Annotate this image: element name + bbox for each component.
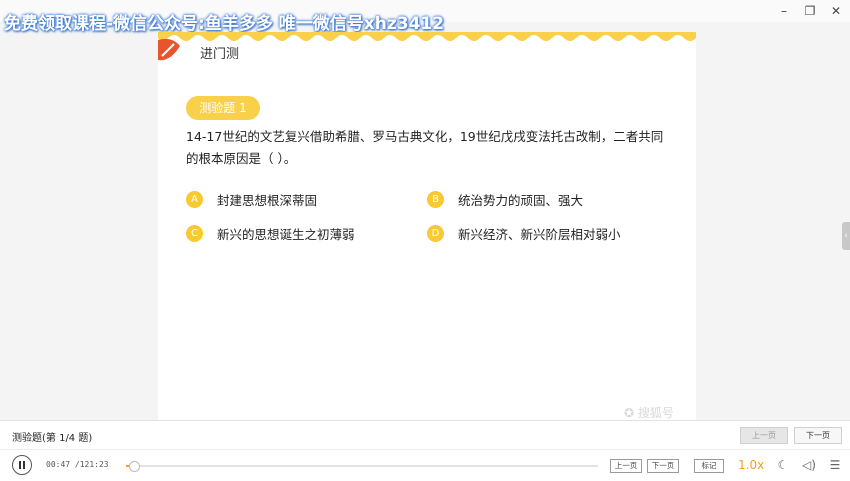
option-c-text: 新兴的思想诞生之初薄弱 xyxy=(217,226,355,242)
option-a-letter: A xyxy=(186,190,203,208)
pause-icon-bar xyxy=(23,461,25,469)
progress-track[interactable] xyxy=(126,461,598,472)
option-b-letter: B xyxy=(427,190,444,208)
pause-icon xyxy=(19,461,21,469)
quiz-navigation-bar: 测验题(第 1/4 题) 上一页 下一页 xyxy=(0,420,850,449)
question-badge: 测验题 1 xyxy=(186,96,260,120)
quiz-prev-button[interactable]: 上一页 xyxy=(740,427,788,444)
option-a[interactable]: A 封建思想根深蒂固 xyxy=(186,189,317,209)
slide-heading: 进门测 xyxy=(200,47,240,62)
playback-speed[interactable]: 1.0x xyxy=(738,458,764,472)
maximize-icon[interactable]: ❐ xyxy=(802,3,818,19)
minimize-icon[interactable]: – xyxy=(776,3,792,19)
quiz-next-button[interactable]: 下一页 xyxy=(794,427,842,444)
option-b[interactable]: B 统治势力的顽固、强大 xyxy=(427,189,583,209)
option-c-letter: C xyxy=(186,224,203,242)
option-d-letter: D xyxy=(427,224,444,242)
sohu-logo: ✪ 搜狐号 xyxy=(624,406,674,420)
question-text: 14-17世纪的文艺复兴借助希腊、罗马古典文化，19世纪戊戌变法托古改制，二者共… xyxy=(186,129,664,166)
player-next-page-button[interactable]: 下一页 xyxy=(647,459,679,473)
option-d[interactable]: D 新兴经济、新兴阶层相对弱小 xyxy=(427,223,621,243)
mark-button[interactable]: 标记 xyxy=(694,459,724,473)
menu-icon[interactable]: ☰ xyxy=(826,456,844,474)
option-c[interactable]: C 新兴的思想诞生之初薄弱 xyxy=(186,223,355,243)
progress-knob[interactable] xyxy=(129,461,141,472)
quiz-progress-label: 测验题(第 1/4 题) xyxy=(12,433,93,444)
side-panel-toggle-icon[interactable]: ‹ xyxy=(842,222,850,250)
quiz-slide: 进门测 测验题 1 14-17世纪的文艺复兴借助希腊、罗马古典文化，19世纪戊戌… xyxy=(158,32,696,420)
night-mode-icon[interactable]: ☾ xyxy=(774,456,792,474)
option-b-text: 统治势力的顽固、强大 xyxy=(458,192,584,208)
playback-time: 00:47 /121:23 xyxy=(46,460,109,469)
close-icon[interactable]: ✕ xyxy=(828,3,844,19)
heading-accent-icon xyxy=(158,38,180,61)
option-d-text: 新兴经济、新兴阶层相对弱小 xyxy=(458,226,621,242)
player-controls: 00:47 /121:23 上一页 下一页 标记 1.0x ☾ ◁) ☰ xyxy=(0,449,850,481)
volume-icon[interactable]: ◁) xyxy=(800,456,818,474)
option-a-text: 封建思想根深蒂固 xyxy=(217,192,318,208)
watermark-text: 免费领取课程-微信公众号:鱼羊多多 唯一微信号xhz3412 xyxy=(4,14,445,34)
player-prev-page-button[interactable]: 上一页 xyxy=(610,459,642,473)
pause-button[interactable] xyxy=(12,455,32,475)
